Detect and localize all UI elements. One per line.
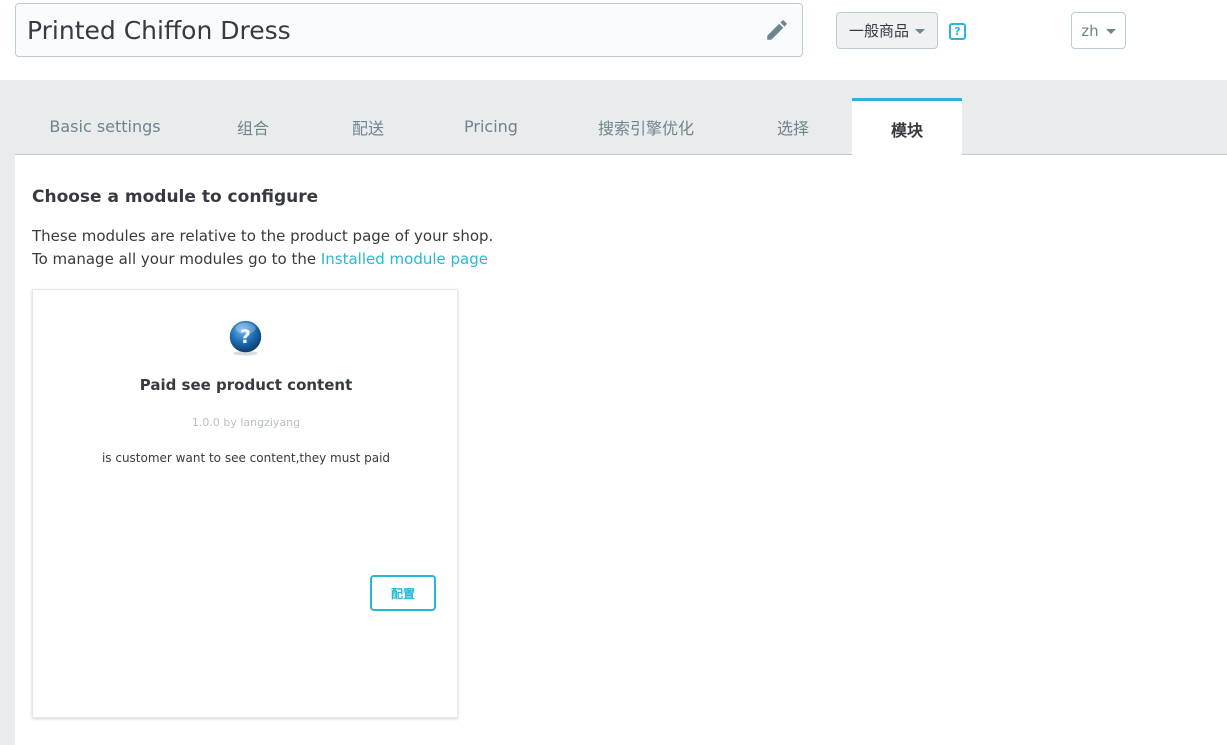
section-description: These modules are relative to the produc…	[32, 227, 494, 245]
product-type-dropdown[interactable]: 一般商品	[836, 12, 938, 49]
tab-pricing[interactable]: Pricing	[425, 98, 557, 155]
product-name-input[interactable]	[16, 4, 756, 56]
tab-shipping[interactable]: 配送	[311, 98, 425, 155]
tab-basic-settings[interactable]: Basic settings	[15, 98, 195, 155]
module-version-author: 1.0.0 by langziyang	[191, 416, 301, 429]
product-header: 一般商品 ? zh	[0, 0, 1227, 80]
link-line-prefix: To manage all your modules go to the	[32, 250, 317, 268]
module-card: ? Paid see product content 1.0.0 by lang…	[32, 289, 458, 718]
modules-panel: Choose a module to configure These modul…	[15, 155, 1227, 745]
section-description-link-line: To manage all your modules go to the Ins…	[32, 250, 488, 268]
product-name-field[interactable]	[15, 3, 803, 57]
product-form-area: Basic settings 组合 配送 Pricing 搜索引擎优化 选择 模…	[0, 80, 1227, 745]
module-name: Paid see product content	[139, 376, 353, 394]
language-label: zh	[1081, 21, 1099, 40]
tab-seo[interactable]: 搜索引擎优化	[557, 98, 735, 155]
tab-combinations[interactable]: 组合	[195, 98, 311, 155]
language-dropdown[interactable]: zh	[1071, 12, 1126, 49]
svg-text:?: ?	[240, 327, 251, 348]
product-type-label: 一般商品	[848, 22, 909, 40]
product-tabs: Basic settings 组合 配送 Pricing 搜索引擎优化 选择 模…	[15, 98, 1227, 156]
section-title: Choose a module to configure	[32, 187, 319, 207]
question-globe-icon: ?	[229, 320, 262, 356]
caret-down-icon	[915, 29, 925, 34]
installed-module-page-link[interactable]: Installed module page	[321, 250, 488, 268]
pencil-icon[interactable]	[764, 17, 790, 43]
configure-button[interactable]: 配置	[370, 575, 436, 611]
module-description: is customer want to see content,they mus…	[101, 451, 391, 465]
tab-modules[interactable]: 模块	[852, 98, 962, 156]
caret-down-icon	[1105, 29, 1116, 34]
help-icon[interactable]: ?	[949, 23, 966, 40]
tab-options[interactable]: 选择	[735, 98, 851, 155]
